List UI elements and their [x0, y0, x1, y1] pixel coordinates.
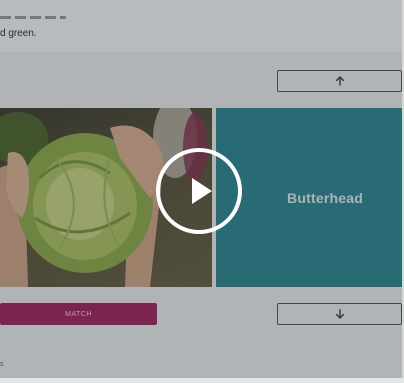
match-button[interactable]: MATCH — [0, 303, 157, 325]
move-down-button[interactable] — [277, 303, 402, 325]
move-up-button[interactable] — [277, 70, 402, 92]
arrow-down-icon — [335, 309, 344, 319]
card-label: Butterhead — [287, 189, 363, 206]
play-icon — [192, 178, 212, 204]
footer-text: s — [0, 361, 4, 368]
window-bottom-edge — [0, 378, 404, 383]
play-button[interactable] — [156, 148, 242, 234]
header-area — [0, 0, 404, 52]
answer-card[interactable]: Butterhead — [216, 108, 404, 287]
arrow-up-icon — [335, 76, 344, 86]
instruction-text: d green. — [0, 28, 37, 39]
loading-placeholder — [0, 16, 66, 19]
